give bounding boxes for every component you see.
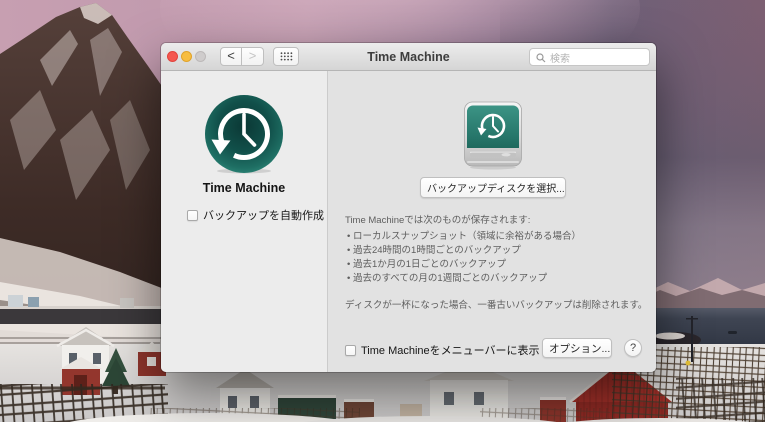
search-icon [536, 53, 546, 63]
time-machine-app-icon [204, 94, 284, 174]
auto-backup-label[interactable]: バックアップを自動作成 [203, 207, 324, 223]
menubar-label[interactable]: Time Machineをメニューバーに表示 [361, 342, 540, 358]
auto-backup-row: バックアップを自動作成 [187, 207, 324, 223]
close-button[interactable] [167, 51, 178, 62]
help-button[interactable]: ? [624, 339, 642, 357]
search-field [529, 48, 650, 66]
backup-info-item: ローカルスナップショット（領域に余裕がある場合） [347, 230, 581, 244]
auto-backup-checkbox[interactable] [187, 210, 198, 221]
zoom-button[interactable] [195, 51, 206, 62]
backup-info-item: 過去24時間の1時間ごとのバックアップ [347, 244, 581, 258]
main-panel: バックアップディスクを選択... Time Machineでは次のものが保存され… [328, 71, 656, 372]
menubar-checkbox[interactable] [345, 345, 356, 356]
back-button[interactable]: < [220, 47, 242, 66]
search-input[interactable] [530, 52, 649, 68]
backup-info-heading: Time Machineでは次のものが保存されます: [345, 212, 530, 226]
options-button[interactable]: オプション... [542, 338, 612, 358]
time-machine-preferences-window: Time Machine < > [161, 43, 656, 372]
backup-info-item: 過去1か月の1日ごとのバックアップ [347, 258, 581, 272]
backup-disk-icon [463, 101, 523, 171]
titlebar[interactable]: Time Machine < > [161, 43, 656, 71]
nav-buttons: < > [220, 47, 264, 66]
window-content: Time Machine バックアップを自動作成 [161, 71, 656, 372]
sidebar: Time Machine バックアップを自動作成 [161, 71, 328, 372]
show-all-button[interactable] [273, 47, 299, 66]
app-name-label: Time Machine [161, 181, 327, 195]
forward-button[interactable]: > [242, 47, 264, 66]
menubar-row: Time Machineをメニューバーに表示 [345, 342, 540, 358]
select-backup-disk-button[interactable]: バックアップディスクを選択... [420, 177, 566, 198]
disk-full-note: ディスクが一杯になった場合、一番古いバックアップは削除されます。 [345, 297, 647, 311]
grid-icon [280, 52, 293, 61]
backup-info-item: 過去のすべての月の1週間ごとのバックアップ [347, 272, 581, 286]
minimize-button[interactable] [181, 51, 192, 62]
backup-info-list: ローカルスナップショット（領域に余裕がある場合） 過去24時間の1時間ごとのバッ… [347, 230, 581, 286]
